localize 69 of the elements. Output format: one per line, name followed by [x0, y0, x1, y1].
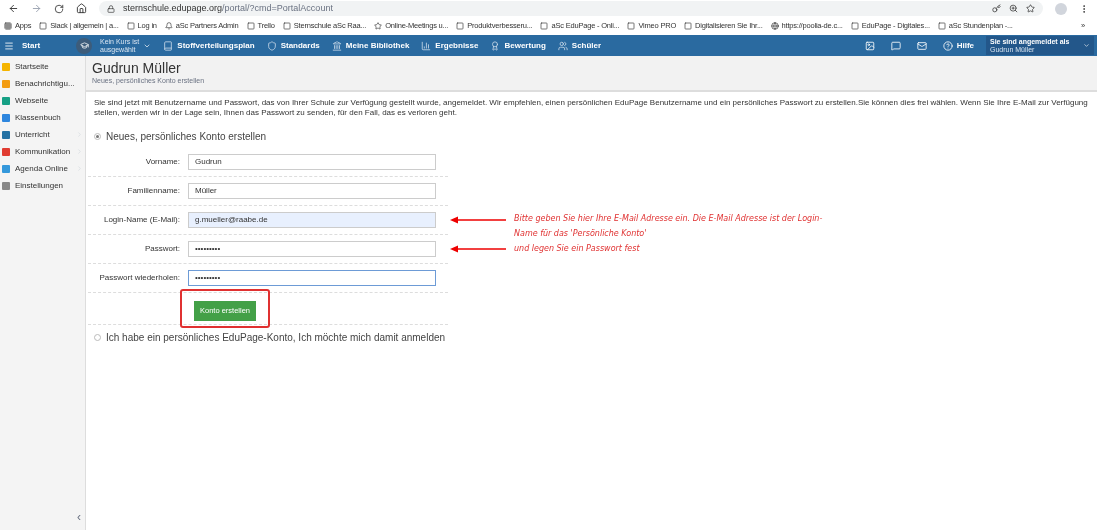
sidebar-item[interactable]: Webseite [0, 92, 85, 109]
nav-menu-item[interactable]: Standards [266, 39, 320, 52]
zoom-icon[interactable] [1009, 4, 1018, 13]
square-icon [246, 22, 255, 30]
sidebar-item[interactable]: Unterricht [0, 126, 85, 143]
radio-option[interactable]: Neues, persönliches Konto erstellen [86, 124, 448, 148]
input-field[interactable]: Gudrun [188, 154, 436, 170]
menu-icon [4, 40, 14, 51]
home-icon[interactable] [76, 3, 87, 14]
book-icon [163, 40, 174, 51]
chat-icon[interactable] [890, 40, 901, 51]
star-icon [374, 22, 383, 30]
input-field[interactable]: ••••••••• [188, 241, 436, 257]
sidebar-item[interactable]: Kommunikation [0, 143, 85, 160]
address-bar[interactable]: sternschule.edupage.org/portal/?cmd=PortalAccount [99, 1, 1043, 16]
medal-icon [490, 40, 501, 51]
annotation-text: und legen Sie ein Passwort fest [514, 243, 640, 255]
page-title: Gudrun Müller [92, 59, 182, 76]
bar-chart-icon [421, 40, 432, 51]
cap-icon [79, 41, 89, 50]
sidebar-item[interactable]: Klassenbuch [0, 109, 85, 126]
help-link[interactable]: Hilfe [942, 39, 974, 52]
nav-menu-item[interactable]: Schüler [557, 39, 602, 52]
forward-icon[interactable] [31, 3, 42, 14]
shield-icon [266, 40, 277, 51]
start-button[interactable]: Start [0, 39, 76, 52]
library-icon [331, 40, 342, 51]
input-field[interactable]: ••••••••• [188, 270, 436, 286]
bookmark-star-icon[interactable] [1026, 4, 1035, 13]
reload-icon[interactable] [54, 3, 64, 14]
nav-menu-item[interactable]: Stoffverteilungsplan [163, 39, 255, 52]
sidebar-item[interactable]: Agenda Online [0, 160, 85, 177]
square-icon [540, 22, 549, 30]
input-field[interactable]: Müller [188, 183, 436, 199]
square-icon [627, 22, 636, 30]
square-icon [126, 22, 135, 30]
nav-menu-item[interactable]: Bewertung [490, 39, 546, 52]
square-icon [39, 22, 48, 30]
bell-icon [164, 22, 173, 30]
square-icon [850, 22, 859, 30]
square-icon [937, 22, 946, 30]
people-icon [557, 40, 568, 51]
collapse-icon[interactable]: ‹ [77, 508, 81, 526]
intro-paragraph: Sie sind jetzt mit Benutzername und Passwort, das von Ihrer Schule zur Verfügung gestellt wurde, angemeldet. Wir empfehlen, einen persönlichen EduPage Benutzername und ein persönliches Passwort zu erstellen.Sie können dies frei wählen. Wenn Sie Ihre E-Mail zur Verfügung stellen, werden wir in der Lage sein, Ihnen das Passwort zu senden, für den Fall, das es verloren geht. [93, 97, 1089, 118]
globe-icon [770, 22, 779, 30]
field-label: Passwort wiederholen: [98, 272, 181, 284]
lock-icon [107, 4, 115, 13]
mail-icon[interactable] [916, 40, 927, 51]
square-icon [282, 22, 291, 30]
back-icon[interactable] [8, 3, 19, 14]
caret-icon [1083, 42, 1090, 49]
url-text: sternschule.edupage.org/portal/?cmd=PortalAccount [123, 1, 333, 15]
square-icon [456, 22, 465, 30]
help-icon [942, 40, 953, 51]
sidebar-item[interactable]: Einstellungen [0, 177, 85, 194]
field-label: Login-Name (E-Mail): [102, 214, 181, 226]
input-field[interactable]: g.mueller@raabe.de [188, 212, 436, 228]
sidebar-item[interactable]: Startseite [0, 58, 85, 75]
nav-menu-item[interactable]: Ergebnisse [421, 39, 479, 52]
radio-option[interactable]: Ich habe ein persönliches EduPage-Konto, Ich möchte mich damit anmelden [86, 325, 448, 349]
nav-menu-item[interactable]: Meine Bibliothek [331, 39, 410, 52]
course-avatar[interactable] [76, 37, 92, 54]
field-label: Vorname: [144, 156, 181, 168]
photo-icon[interactable] [864, 40, 875, 51]
field-label: Passwort: [143, 243, 181, 255]
field-label: Familienname: [126, 185, 181, 197]
sidebar-item[interactable]: Benachrichtigu... [0, 75, 85, 92]
square-icon [684, 22, 693, 30]
key-icon[interactable] [992, 4, 1001, 13]
